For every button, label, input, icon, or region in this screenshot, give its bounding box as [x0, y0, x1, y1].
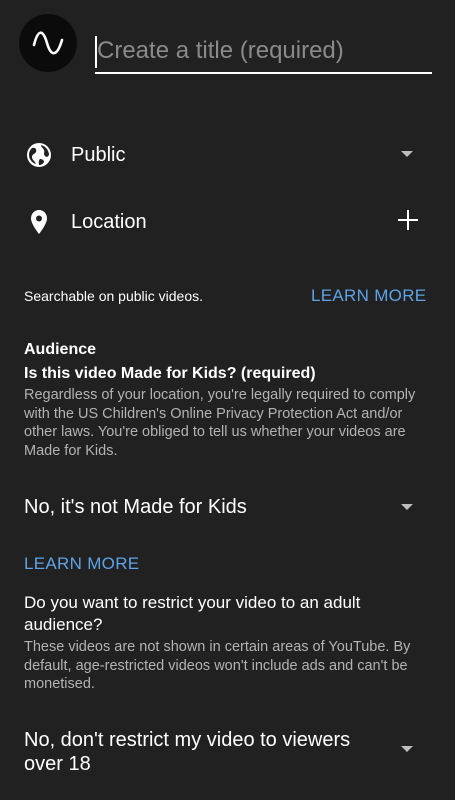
plus-icon[interactable]	[398, 210, 418, 230]
audience-heading: Audience	[24, 341, 97, 358]
age-restriction-question: Do you want to restrict your video to an…	[24, 593, 361, 634]
waveform-icon	[32, 31, 64, 55]
age-restriction-description: These videos are not shown in certain ar…	[24, 639, 411, 692]
text-caret	[95, 36, 97, 68]
dropdown-arrow-icon[interactable]	[401, 746, 413, 752]
video-thumbnail[interactable]	[19, 14, 77, 72]
dropdown-arrow-icon[interactable]	[401, 151, 413, 157]
visibility-row[interactable]: Public	[0, 130, 455, 178]
title-input[interactable]	[95, 30, 434, 72]
age-restriction-select[interactable]: No, don't restrict my video to viewers o…	[0, 726, 455, 782]
dropdown-arrow-icon[interactable]	[401, 504, 413, 510]
location-pin-icon	[26, 209, 52, 235]
location-row[interactable]: Location	[0, 197, 455, 245]
location-note: Searchable on public videos.	[24, 288, 204, 304]
made-for-kids-description: Regardless of your location, you're lega…	[24, 387, 416, 459]
made-for-kids-select[interactable]: No, it's not Made for Kids	[0, 483, 455, 531]
made-for-kids-question: Is this video Made for Kids? (required)	[24, 365, 316, 382]
age-restriction-selected: No, don't restrict my video to viewers o…	[24, 729, 351, 775]
title-field[interactable]	[95, 30, 434, 74]
location-learn-more-link[interactable]: LEARN MORE	[311, 286, 426, 306]
made-for-kids-selected: No, it's not Made for Kids	[24, 496, 247, 518]
visibility-label: Public	[71, 144, 126, 166]
location-label: Location	[71, 211, 147, 233]
audience-learn-more-link[interactable]: LEARN MORE	[24, 554, 139, 574]
globe-icon	[26, 142, 52, 168]
